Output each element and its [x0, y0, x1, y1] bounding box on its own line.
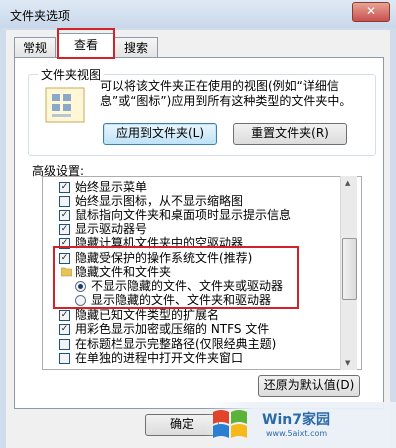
- restore-defaults-button[interactable]: 还原为默认值(D): [258, 375, 360, 397]
- tab-search[interactable]: 搜索: [114, 37, 158, 58]
- checkbox[interactable]: [59, 353, 70, 364]
- windows-logo-icon: [213, 410, 247, 438]
- tab-general[interactable]: 常规: [14, 37, 56, 58]
- reset-folders-button[interactable]: 重置文件夹(R): [233, 123, 347, 145]
- checkbox[interactable]: ✓: [59, 182, 70, 193]
- checkbox[interactable]: [59, 196, 70, 207]
- hidden-files-highlight: [53, 246, 299, 309]
- scroll-up-arrow-icon[interactable]: ▲: [345, 179, 350, 187]
- scroll-down-arrow-icon[interactable]: ▼: [345, 359, 350, 367]
- scroll-thumb[interactable]: [342, 238, 357, 300]
- advanced-settings-label: 高级设置:: [32, 164, 85, 178]
- checkbox[interactable]: ✓: [59, 324, 70, 335]
- folder-views-icon: [45, 87, 85, 123]
- folder-views-title: 文件夹视图: [38, 66, 105, 83]
- title-bar: 文件夹选项 ✕: [0, 0, 396, 28]
- checkbox[interactable]: ✓: [59, 310, 70, 321]
- checkbox[interactable]: [59, 339, 70, 350]
- checkbox[interactable]: ✓: [59, 224, 70, 235]
- tree-scrollbar[interactable]: ▲ ▼: [340, 176, 357, 370]
- apply-to-folders-button[interactable]: 应用到文件夹(L): [103, 123, 217, 145]
- folder-views-description: 可以将该文件夹正在使用的视图(例如“详细信息”或“图标”)应用到所有这种类型的文…: [100, 79, 352, 108]
- window-title: 文件夹选项: [10, 9, 71, 23]
- tab-view-highlight: [57, 28, 115, 59]
- watermark-url: www.5aixt.com: [266, 429, 328, 438]
- close-button[interactable]: ✕: [352, 2, 390, 22]
- checkbox[interactable]: ✓: [59, 210, 70, 221]
- watermark-text: Win7家园: [262, 412, 330, 428]
